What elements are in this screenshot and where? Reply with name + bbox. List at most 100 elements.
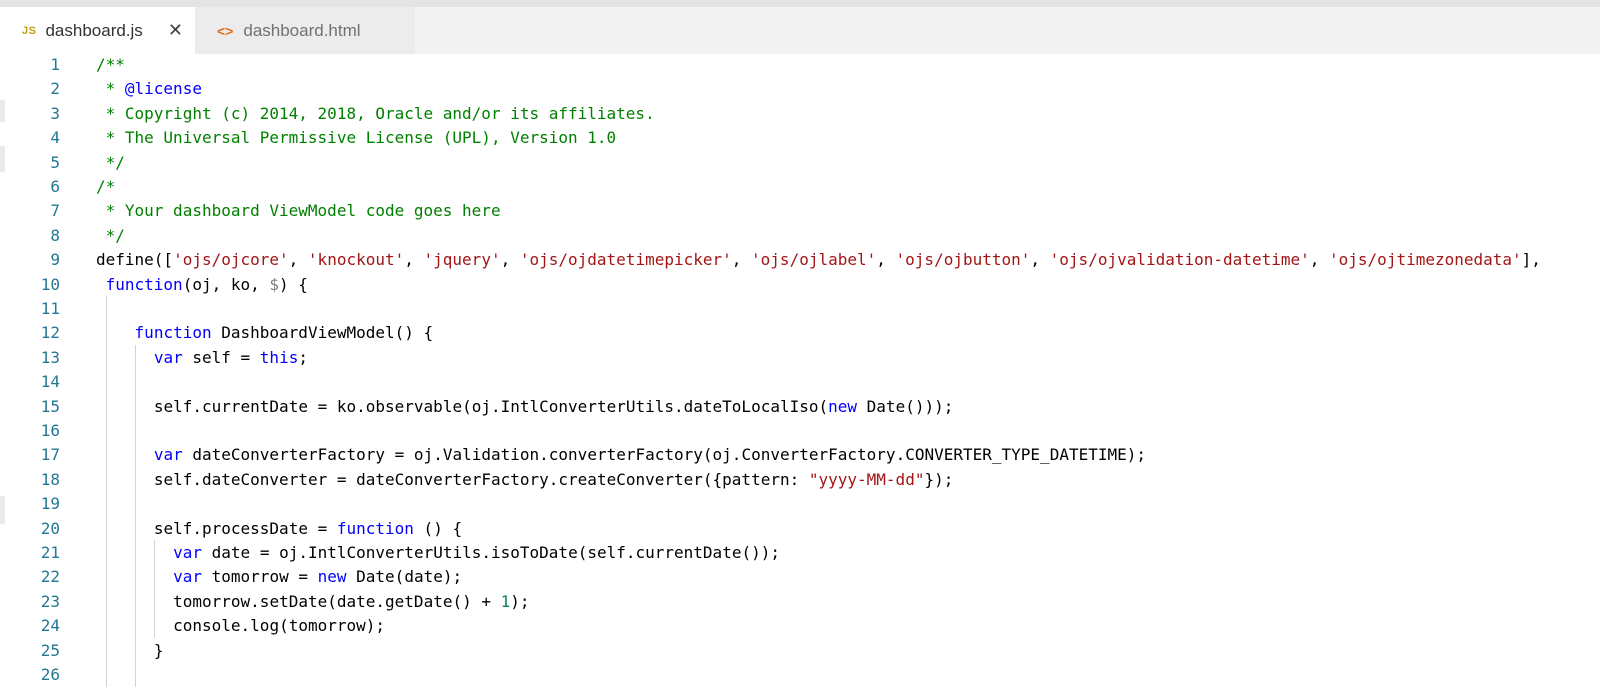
code-token: */ [105, 225, 125, 245]
code-token: this [259, 347, 299, 367]
code-token: @license [124, 79, 202, 99]
code-token: dateConverterFactory = oj.Validation.con… [182, 445, 1147, 465]
code-token: (oj, ko, [182, 274, 270, 294]
code-token: /* [96, 177, 116, 196]
indent-guide [153, 540, 155, 565]
code-line[interactable]: 15 self.currentDate = ko.observable(oj.In… [0, 393, 1600, 419]
code-line[interactable]: 21 var date = oj.IntlConverterUtils.isoTo… [0, 540, 1600, 565]
code-line[interactable]: 25} [0, 637, 1600, 663]
indent-guide [105, 515, 107, 541]
indent-guide [105, 540, 107, 565]
code-line[interactable]: 19 [0, 491, 1600, 517]
code-line[interactable]: 22 var tomorrow = new Date(date); [0, 564, 1600, 590]
line-number: 9 [50, 250, 60, 270]
line-number: 22 [40, 567, 60, 587]
code-line[interactable]: 2 * @license [0, 76, 1600, 101]
code-line[interactable]: 5 */ [0, 150, 1600, 175]
code-token: new [317, 567, 347, 587]
code-token: Date(date); [346, 567, 463, 587]
line-number: 11 [40, 299, 60, 318]
code-line[interactable]: 10 function(oj, ko, $) { [0, 272, 1600, 297]
indent-guide [105, 418, 107, 443]
code-token: , [404, 250, 424, 270]
indent-guide [105, 662, 107, 687]
indent-guide [105, 369, 107, 395]
indent-guide [134, 662, 136, 687]
code-line[interactable]: 14 [0, 369, 1600, 395]
code-token: , [876, 250, 896, 270]
line-number: 10 [40, 274, 60, 294]
code-token: var [153, 347, 183, 367]
indent-guide [105, 588, 107, 614]
code-token: * Your dashboard ViewModel code goes her… [105, 201, 501, 221]
code-token: Date())); [857, 396, 954, 416]
tab-dashboard-html[interactable]: <> dashboard.html [195, 7, 415, 54]
tab-dashboard-js[interactable]: JS dashboard.js ✕ [0, 7, 195, 54]
line-number: 5 [50, 152, 60, 172]
code-line[interactable]: 11 [0, 296, 1600, 321]
code-line[interactable]: 16 [0, 418, 1600, 443]
indent-guide [105, 637, 107, 663]
code-line[interactable]: 9 define(['ojs/ojcore', 'knockout', 'jque… [0, 247, 1600, 272]
line-number: 18 [40, 469, 60, 489]
code-token: tomorrow = [202, 567, 318, 587]
code-text: var tomorrow = new Date(date); [173, 564, 462, 589]
code-line[interactable]: 12 function DashboardViewModel() { [0, 320, 1600, 346]
code-token: ; [298, 347, 308, 367]
code-token: , [500, 250, 520, 270]
indent-guide [153, 613, 155, 639]
code-token: console.log(tomorrow); [173, 616, 386, 636]
indent-guide [134, 564, 136, 590]
code-token: 'ojs/ojcore' [173, 250, 289, 270]
code-line[interactable]: 7 * Your dashboard ViewModel code goes he… [0, 198, 1600, 223]
code-token: new [828, 396, 858, 416]
code-token: * [105, 79, 125, 99]
code-token: } [153, 640, 164, 660]
indent-guide [134, 613, 136, 639]
indent-guide [105, 466, 107, 492]
line-number: 8 [50, 225, 60, 245]
line-number: 12 [40, 323, 60, 343]
code-line[interactable]: 17 var dateConverterFactory = oj.Validati… [0, 442, 1600, 468]
line-number: 16 [40, 421, 60, 440]
code-line[interactable]: 1 /** [0, 54, 1600, 77]
indent-guide [134, 344, 136, 370]
code-text: self.dateConverter = dateConverterFactor… [154, 467, 954, 492]
code-line[interactable]: 6 /* [0, 174, 1600, 199]
code-line[interactable]: 13 var self = this; [0, 344, 1600, 370]
code-token: $ [269, 274, 280, 294]
code-editor[interactable]: 1/** 2 * @license 3 * Copyright (c) 2014, 20… [0, 54, 1600, 687]
code-text: console.log(tomorrow); [173, 613, 385, 638]
code-text: */ [106, 223, 125, 248]
indent-guide [153, 588, 155, 614]
line-number: 14 [40, 372, 60, 392]
indent-guide [134, 369, 136, 395]
code-text: * Copyright (c) 2014, 2018, Oracle and/o… [106, 101, 655, 126]
line-number: 1 [50, 55, 60, 74]
code-token: 'ojs/ojtimezonedata' [1329, 250, 1522, 270]
code-line[interactable]: 24 console.log(tomorrow); [0, 613, 1600, 639]
code-token: 'knockout' [307, 250, 405, 270]
code-line[interactable]: 8 */ [0, 223, 1600, 248]
line-number: 26 [40, 665, 60, 684]
code-token: 'ojs/ojvalidation-datetime' [1049, 250, 1310, 270]
code-line[interactable]: 26 [0, 662, 1600, 687]
close-icon[interactable]: ✕ [168, 20, 183, 41]
code-token: 'ojs/ojbutton' [895, 250, 1031, 270]
code-line[interactable]: 23 tomorrow.setDate(date.getDate() + 1); [0, 588, 1600, 614]
code-text: function DashboardViewModel() { [135, 320, 434, 345]
indent-guide [105, 296, 107, 321]
code-line[interactable]: 4 * The Universal Permissive License (UPL… [0, 125, 1600, 150]
code-line[interactable]: 18 self.dateConverter = dateConverterFact… [0, 466, 1600, 492]
code-text: var self = this; [154, 345, 308, 370]
line-number: 3 [50, 103, 60, 123]
code-line[interactable]: 3 * Copyright (c) 2014, 2018, Oracle and/… [0, 101, 1600, 126]
window-top-strip [0, 0, 1600, 7]
tab-label: dashboard.js [45, 20, 143, 40]
code-text: * The Universal Permissive License (UPL)… [106, 125, 617, 150]
line-number: 4 [50, 128, 60, 148]
code-token: ); [510, 591, 530, 611]
line-number: 13 [40, 347, 60, 367]
indent-guide [105, 564, 107, 590]
code-line[interactable]: 20 self.processDate = function () { [0, 515, 1600, 541]
